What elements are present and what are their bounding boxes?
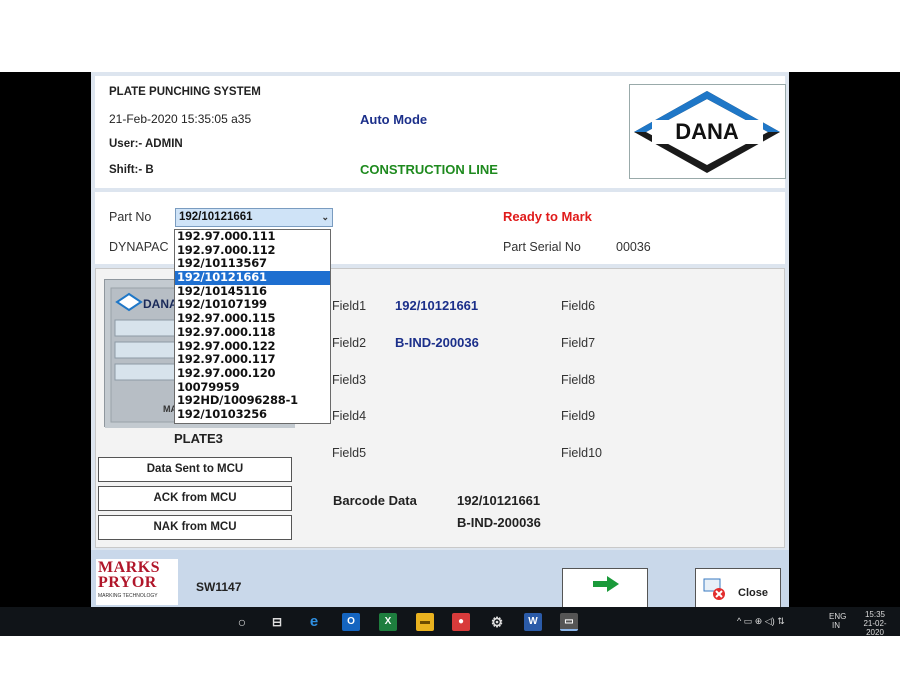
dropdown-option[interactable]: 192.97.000.120 <box>175 366 330 381</box>
ack-from-mcu-indicator: ACK from MCU <box>98 486 292 511</box>
edge-icon[interactable]: e <box>305 613 323 631</box>
chevron-down-icon[interactable]: ⌄ <box>321 209 329 226</box>
outlook-icon[interactable]: O <box>342 613 360 631</box>
start-button[interactable] <box>562 568 648 607</box>
dropdown-option[interactable]: 192/10113567 <box>175 257 330 271</box>
close-button[interactable]: Close <box>695 568 781 607</box>
barcode-line2: B-IND-200036 <box>457 515 541 530</box>
video-app-icon[interactable]: ● <box>452 613 470 631</box>
arrow-right-icon <box>593 576 619 592</box>
field2-label: Field2 <box>332 336 367 350</box>
system-title: PLATE PUNCHING SYSTEM <box>109 86 261 98</box>
language-indicator[interactable]: ENG IN <box>829 612 846 630</box>
dana-logo-text: DANA <box>675 119 739 144</box>
dropdown-option[interactable]: 192/10107199 <box>175 298 330 312</box>
screen: PLATE PUNCHING SYSTEM 21-Feb-2020 15:35:… <box>0 72 900 637</box>
user-label: User:- ADMIN <box>109 138 183 150</box>
field7-label: Field7 <box>561 336 596 350</box>
word-icon[interactable]: W <box>524 613 542 631</box>
part-no-select[interactable]: 192/10121661 ⌄ <box>175 208 333 227</box>
dropdown-option[interactable]: 192.97.000.115 <box>175 311 330 326</box>
footer-panel: MARKS PRYOR MARKING TECHNOLOGY SW1147 Cl… <box>91 550 789 607</box>
file-explorer-icon[interactable]: ▬ <box>416 613 434 631</box>
field3-label: Field3 <box>332 373 367 387</box>
dropdown-option[interactable]: 192HD/10096288-1 <box>175 394 330 408</box>
plate-image-text: DANA <box>143 297 178 311</box>
mode-label: Auto Mode <box>360 112 428 127</box>
field1-label: Field1 <box>332 299 367 313</box>
language-line2: IN <box>832 621 840 630</box>
dropdown-option[interactable]: 192.97.000.122 <box>175 339 330 354</box>
clock-time: 15:35 <box>864 610 886 619</box>
field2-value: B-IND-200036 <box>395 335 479 350</box>
part-no-dropdown-list[interactable]: 192.97.000.111 192.97.000.112 192/10113567… <box>174 229 331 424</box>
data-sent-to-mcu-indicator: Data Sent to MCU <box>98 457 292 482</box>
dropdown-option[interactable]: 192.97.000.117 <box>175 352 330 367</box>
language-line1: ENG <box>829 612 847 621</box>
software-id: SW1147 <box>196 580 242 594</box>
tray-icons[interactable]: ^ ▭ ⊕ ◁) ⇅ <box>737 616 785 627</box>
part-no-label: Part No <box>109 210 152 224</box>
field4-label: Field4 <box>332 409 367 423</box>
header-panel: PLATE PUNCHING SYSTEM 21-Feb-2020 15:35:… <box>95 76 786 188</box>
field8-label: Field8 <box>561 373 596 387</box>
barcode-line1: 192/10121661 <box>457 493 541 508</box>
search-icon[interactable]: ○ <box>233 613 251 631</box>
field10-label: Field10 <box>561 446 602 460</box>
brand-line2: PRYOR <box>98 574 157 591</box>
line-label: CONSTRUCTION LINE <box>360 162 498 177</box>
dropdown-option[interactable]: 192.97.000.111 <box>175 229 330 244</box>
serial-value: 00036 <box>616 240 651 254</box>
serial-label: Part Serial No <box>503 240 581 254</box>
excel-icon[interactable]: X <box>379 613 397 631</box>
barcode-label: Barcode Data <box>333 493 417 508</box>
task-view-icon[interactable]: ⊟ <box>268 613 286 631</box>
dropdown-option[interactable]: 192/10145116 <box>175 284 330 299</box>
close-label: Close <box>738 587 768 599</box>
dropdown-option[interactable]: 10079959 <box>175 380 330 395</box>
dana-logo: DANA <box>629 84 786 179</box>
shift-label: Shift:- B <box>109 164 154 176</box>
field1-value: 192/10121661 <box>395 298 479 313</box>
dropdown-option[interactable]: 192.97.000.112 <box>175 243 330 258</box>
clock-date: 21-02-2020 <box>863 619 887 637</box>
plate-punching-app-icon[interactable]: ▭ <box>560 613 578 631</box>
settings-gear-icon[interactable]: ⚙ <box>488 613 506 631</box>
brand-tagline: MARKING TECHNOLOGY <box>98 593 158 599</box>
dropdown-option[interactable]: 192.97.000.118 <box>175 325 330 340</box>
part-no-selected: 192/10121661 <box>179 211 253 223</box>
field9-label: Field9 <box>561 409 596 423</box>
dropdown-option[interactable]: 192/10121661 <box>175 270 330 285</box>
taskbar: ○ ⊟ e O X ▬ ● ⚙ W ▭ ^ ▭ ⊕ ◁) ⇅ ENG IN 15… <box>0 607 900 637</box>
field6-label: Field6 <box>561 299 596 313</box>
customer-label: DYNAPAC <box>109 240 169 254</box>
datetime: 21-Feb-2020 15:35:05 a35 <box>109 112 252 126</box>
close-icon <box>703 578 725 600</box>
dana-logo-icon: DANA <box>634 91 780 173</box>
dropdown-option[interactable]: 192/10103256 <box>175 407 330 422</box>
status-label: Ready to Mark <box>503 209 592 224</box>
plate-name: PLATE3 <box>174 431 223 446</box>
nak-from-mcu-indicator: NAK from MCU <box>98 515 292 540</box>
field5-label: Field5 <box>332 446 367 460</box>
marks-pryor-logo: MARKS PRYOR MARKING TECHNOLOGY <box>96 559 178 605</box>
clock[interactable]: 15:35 21-02-2020 <box>855 610 895 637</box>
